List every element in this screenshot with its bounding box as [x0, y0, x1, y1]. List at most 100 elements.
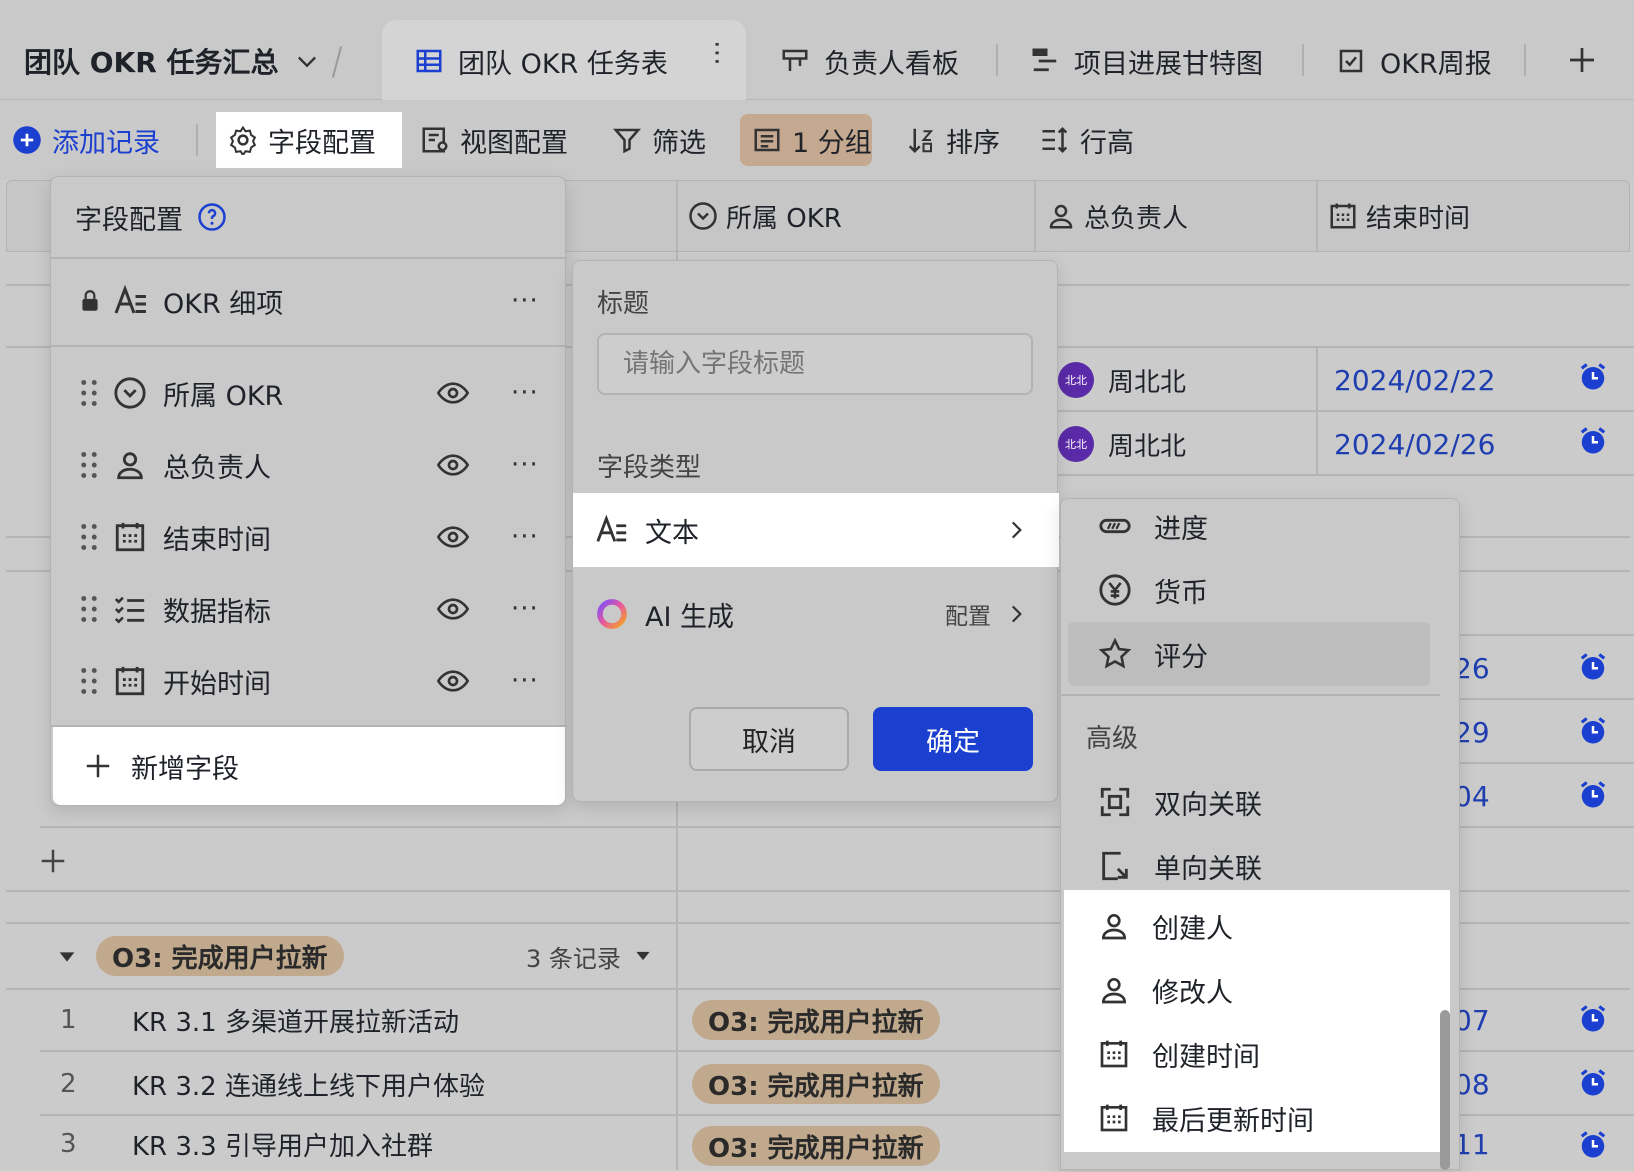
help-circle-icon[interactable] — [197, 202, 227, 232]
confirm-button[interactable]: 确定 — [873, 707, 1033, 771]
divider — [51, 257, 567, 259]
chevron-down-icon — [297, 56, 316, 68]
grid-table-icon — [416, 49, 442, 73]
add-record-button[interactable]: 添加记录 — [12, 112, 160, 168]
row-divider — [1034, 346, 1634, 348]
date-cell[interactable]: 2024/02/26 — [1334, 414, 1495, 474]
drag-handle-icon[interactable] — [79, 595, 99, 623]
eye-icon[interactable] — [437, 521, 469, 553]
person-icon — [1101, 978, 1127, 1004]
add-row-icon[interactable] — [38, 846, 68, 876]
column-header-end-time[interactable]: 结束时间 — [1328, 180, 1470, 252]
row-number: 2 — [60, 1069, 77, 1099]
caret-down-icon[interactable] — [56, 946, 78, 968]
field-title-input[interactable] — [597, 333, 1033, 395]
type-select-text[interactable]: 文本 — [573, 493, 1059, 567]
filter-button[interactable]: 筛选 — [612, 112, 706, 168]
chevron-right-icon — [1011, 605, 1022, 623]
type-option-creator[interactable]: 创建人 — [1062, 894, 1442, 958]
more-icon[interactable]: ··· — [511, 522, 539, 552]
add-field-button[interactable]: 新增字段 — [53, 727, 565, 805]
okr-tag[interactable]: O3: 完成用户拉新 — [692, 1064, 940, 1104]
row-number: 1 — [60, 1005, 77, 1035]
add-tab-icon[interactable] — [1566, 44, 1598, 76]
type-option-two-way-link[interactable]: 双向关联 — [1062, 770, 1442, 834]
base-title[interactable]: 团队 OKR 任务汇总 — [24, 36, 321, 86]
type-option-one-way-link[interactable]: 单向关联 — [1062, 834, 1442, 898]
more-icon[interactable]: ··· — [511, 450, 539, 480]
owner-cell[interactable]: 周北北 — [1108, 414, 1186, 474]
row-height-button[interactable]: 行高 — [1040, 112, 1134, 168]
column-header-owner[interactable]: 总负责人 — [1046, 180, 1188, 252]
plus-circle-icon — [13, 126, 41, 154]
drag-handle-icon[interactable] — [79, 667, 99, 695]
eye-icon[interactable] — [437, 665, 469, 697]
view-settings-icon — [422, 127, 448, 153]
row-title[interactable]: KR 3.2 连通线上线下用户体验 — [132, 1054, 485, 1114]
tab-divider — [996, 44, 998, 76]
calendar-icon — [115, 666, 145, 696]
ai-ring-icon — [597, 599, 627, 629]
panel-title: 字段配置 — [75, 177, 227, 257]
field-item-primary[interactable]: OKR 细项 ··· — [51, 265, 567, 337]
row-title[interactable]: KR 3.3 引导用户加入社群 — [132, 1116, 433, 1172]
tab-more-icon[interactable]: ⋯ — [702, 40, 732, 67]
toolbar-divider — [196, 124, 198, 156]
more-icon[interactable]: ··· — [511, 286, 539, 316]
advanced-section-label: 高级 — [1086, 724, 1139, 754]
field-item[interactable]: 数据指标 ··· — [51, 573, 567, 645]
okr-tag[interactable]: O3: 完成用户拉新 — [692, 1126, 940, 1166]
tab-gantt[interactable]: 项目进展甘特图 — [1030, 22, 1263, 100]
type-option-currency[interactable]: 货币 — [1062, 558, 1442, 622]
cancel-button[interactable]: 取消 — [689, 707, 849, 771]
tab-owner-kanban[interactable]: 负责人看板 — [780, 22, 959, 100]
group-button[interactable]: 1 分组 — [752, 112, 872, 168]
menu-scrollbar[interactable] — [1440, 1010, 1450, 1170]
sort-button[interactable]: 排序 — [906, 112, 1000, 168]
calendar-icon — [1100, 1040, 1128, 1068]
alarm-clock-icon — [1580, 781, 1606, 808]
tab-okr-table[interactable]: 团队 OKR 任务表 — [414, 22, 668, 100]
single-select-icon — [114, 377, 146, 409]
more-icon[interactable]: ··· — [511, 594, 539, 624]
gear-icon — [229, 125, 257, 155]
row-title[interactable]: KR 3.1 多渠道开展拉新活动 — [132, 990, 459, 1050]
field-item[interactable]: 所属 OKR ··· — [51, 357, 567, 429]
type-option-created-time[interactable]: 创建时间 — [1062, 1022, 1442, 1086]
eye-icon[interactable] — [437, 377, 469, 409]
eye-icon[interactable] — [437, 593, 469, 625]
okr-tag[interactable]: O3: 完成用户拉新 — [692, 1000, 940, 1040]
more-icon[interactable]: ··· — [511, 666, 539, 696]
drag-handle-icon[interactable] — [79, 523, 99, 551]
checkbox-doc-icon — [1339, 49, 1363, 73]
owner-cell[interactable]: 周北北 — [1108, 350, 1186, 410]
alarm-clock-icon — [1580, 1131, 1606, 1158]
row-divider — [1034, 410, 1634, 412]
type-option-last-modified-time[interactable]: 最后更新时间 — [1062, 1086, 1442, 1150]
column-header-okr[interactable]: 所属 OKR — [688, 180, 842, 252]
more-icon[interactable]: ··· — [511, 378, 539, 408]
alarm-clock-icon — [1580, 1005, 1606, 1032]
currency-yen-icon — [1099, 574, 1131, 606]
field-config-button[interactable]: 字段配置 — [228, 112, 376, 168]
row-divider — [1440, 698, 1634, 700]
eye-icon[interactable] — [437, 449, 469, 481]
record-count[interactable]: 3 条记录 — [526, 936, 653, 976]
field-item[interactable]: 结束时间 ··· — [51, 501, 567, 573]
type-option-progress[interactable]: 进度 — [1062, 494, 1442, 558]
type-option-rating[interactable]: 评分 — [1062, 622, 1442, 686]
type-select-ai[interactable]: AI 生成 配置 — [573, 577, 1059, 651]
caret-down-icon — [636, 951, 650, 961]
field-item[interactable]: 总负责人 ··· — [51, 429, 567, 501]
drag-handle-icon[interactable] — [79, 379, 99, 407]
tab-okr-weekly[interactable]: OKR周报 — [1336, 22, 1492, 100]
drag-handle-icon[interactable] — [79, 451, 99, 479]
type-option-modifier[interactable]: 修改人 — [1062, 958, 1442, 1022]
field-item[interactable]: 开始时间 ··· — [51, 645, 567, 717]
view-config-button[interactable]: 视图配置 — [420, 112, 568, 168]
ai-config-link[interactable]: 配置 — [945, 597, 991, 631]
date-cell[interactable]: 2024/02/22 — [1334, 350, 1495, 410]
one-way-link-icon — [1102, 851, 1128, 881]
field-config-panel: 字段配置 OKR 细项 ··· 所属 OKR ··· 总负责人 ··· 结束时间… — [50, 176, 567, 806]
col-divider — [1034, 180, 1036, 252]
